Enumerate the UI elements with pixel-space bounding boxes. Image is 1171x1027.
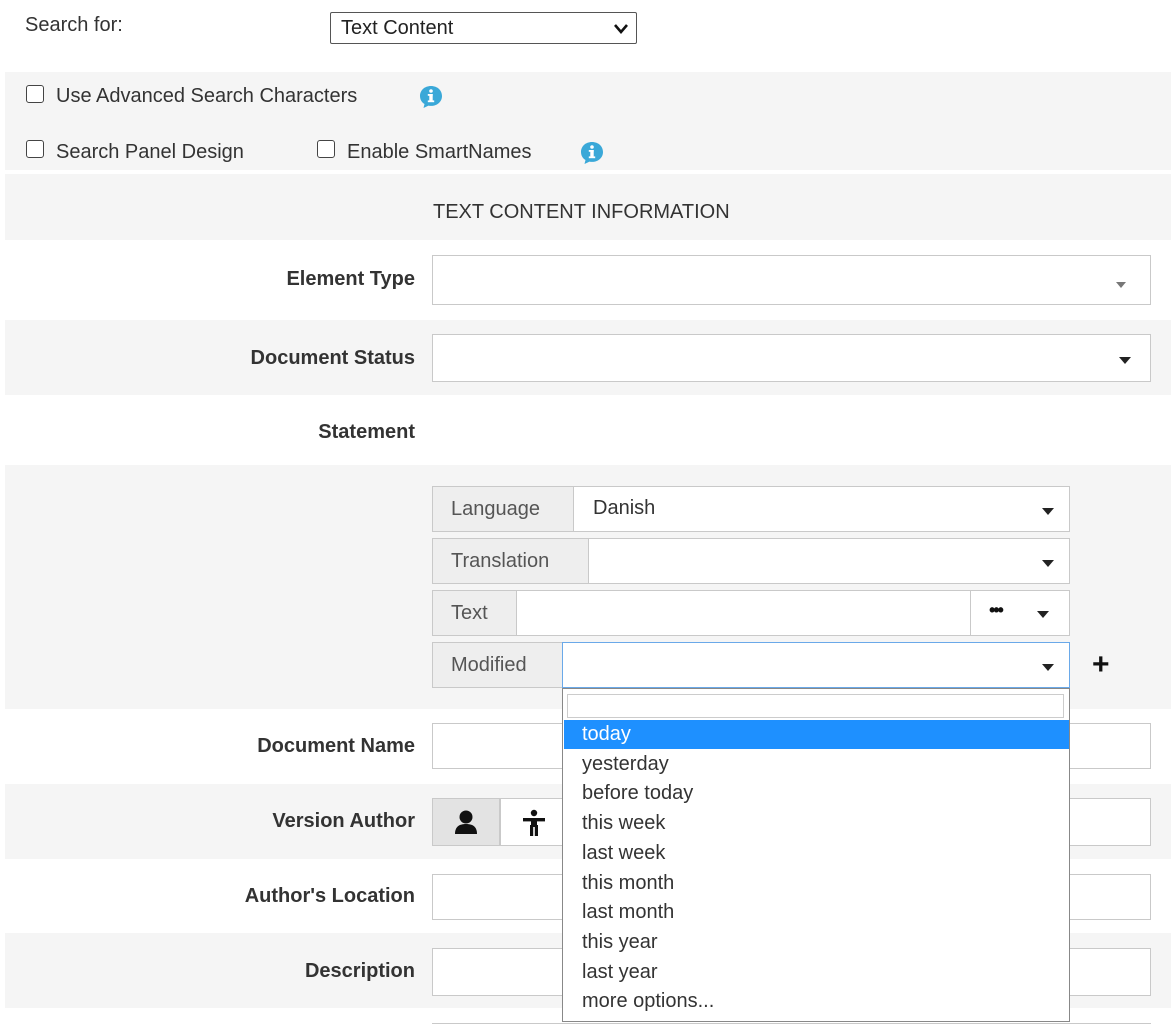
version-author-label: Version Author	[272, 810, 415, 832]
smartnames-checkbox[interactable]	[317, 140, 335, 158]
chevron-down-icon	[1116, 282, 1126, 288]
chevron-down-icon	[614, 24, 628, 34]
dropdown-option[interactable]: last week	[564, 839, 1069, 868]
text-operator-button[interactable]: •••	[970, 590, 1070, 636]
chevron-down-icon	[1042, 664, 1054, 671]
description-label: Description	[304, 960, 415, 982]
user-toggle-button[interactable]	[432, 798, 500, 846]
person-icon	[455, 810, 477, 834]
dropdown-option[interactable]: before today	[564, 779, 1069, 808]
language-value: Danish	[593, 497, 656, 519]
accessibility-icon	[523, 809, 545, 836]
language-addon: Language	[432, 486, 574, 532]
advanced-chars-label: Use Advanced Search Characters	[56, 85, 358, 107]
dropdown-search-input[interactable]	[567, 694, 1064, 718]
dropdown-option[interactable]: this week	[564, 809, 1069, 838]
modified-dropdown: today yesterday before today this week last …	[562, 688, 1070, 1022]
panel-design-label: Search Panel Design	[56, 141, 244, 163]
info-icon[interactable]	[419, 85, 443, 109]
ellipsis-icon: •••	[989, 600, 1004, 620]
text-addon: Text	[432, 590, 517, 636]
dropdown-option[interactable]: today	[564, 720, 1069, 749]
dropdown-option[interactable]: this year	[564, 928, 1069, 957]
group-toggle-button[interactable]	[500, 798, 568, 846]
authors-location-label: Author's Location	[244, 885, 415, 907]
next-field-edge	[432, 1023, 1151, 1027]
smartnames-label: Enable SmartNames	[347, 141, 532, 163]
search-for-select[interactable]: Text Content	[330, 12, 637, 44]
dropdown-option[interactable]: this month	[564, 869, 1069, 898]
element-type-select[interactable]	[432, 255, 1151, 305]
statement-label: Statement	[318, 421, 415, 443]
search-for-value: Text Content	[341, 17, 454, 39]
modified-select[interactable]	[562, 642, 1070, 688]
modified-addon: Modified	[432, 642, 563, 688]
chevron-down-icon	[1042, 560, 1054, 567]
section-title: TEXT CONTENT INFORMATION	[433, 201, 730, 223]
dropdown-option[interactable]: last year	[564, 958, 1069, 987]
dropdown-option[interactable]: more options...	[564, 987, 1069, 1016]
dropdown-option[interactable]: last month	[564, 898, 1069, 927]
language-select[interactable]: Danish	[573, 486, 1070, 532]
document-status-label: Document Status	[250, 347, 415, 369]
chevron-down-icon	[1037, 611, 1049, 618]
translation-select[interactable]	[588, 538, 1070, 584]
version-author-input[interactable]	[1069, 798, 1151, 846]
text-input[interactable]	[516, 590, 971, 636]
plus-icon[interactable]: +	[1092, 650, 1110, 680]
chevron-down-icon	[1042, 508, 1054, 515]
element-type-label: Element Type	[286, 268, 415, 290]
chevron-down-icon	[1119, 357, 1131, 364]
document-name-label: Document Name	[257, 735, 415, 757]
dropdown-option[interactable]: yesterday	[564, 750, 1069, 779]
document-status-select[interactable]	[432, 334, 1151, 382]
panel-design-checkbox[interactable]	[26, 140, 44, 158]
translation-addon: Translation	[432, 538, 589, 584]
search-for-label: Search for:	[25, 14, 123, 36]
info-icon[interactable]	[580, 141, 604, 165]
advanced-chars-checkbox[interactable]	[26, 85, 44, 103]
